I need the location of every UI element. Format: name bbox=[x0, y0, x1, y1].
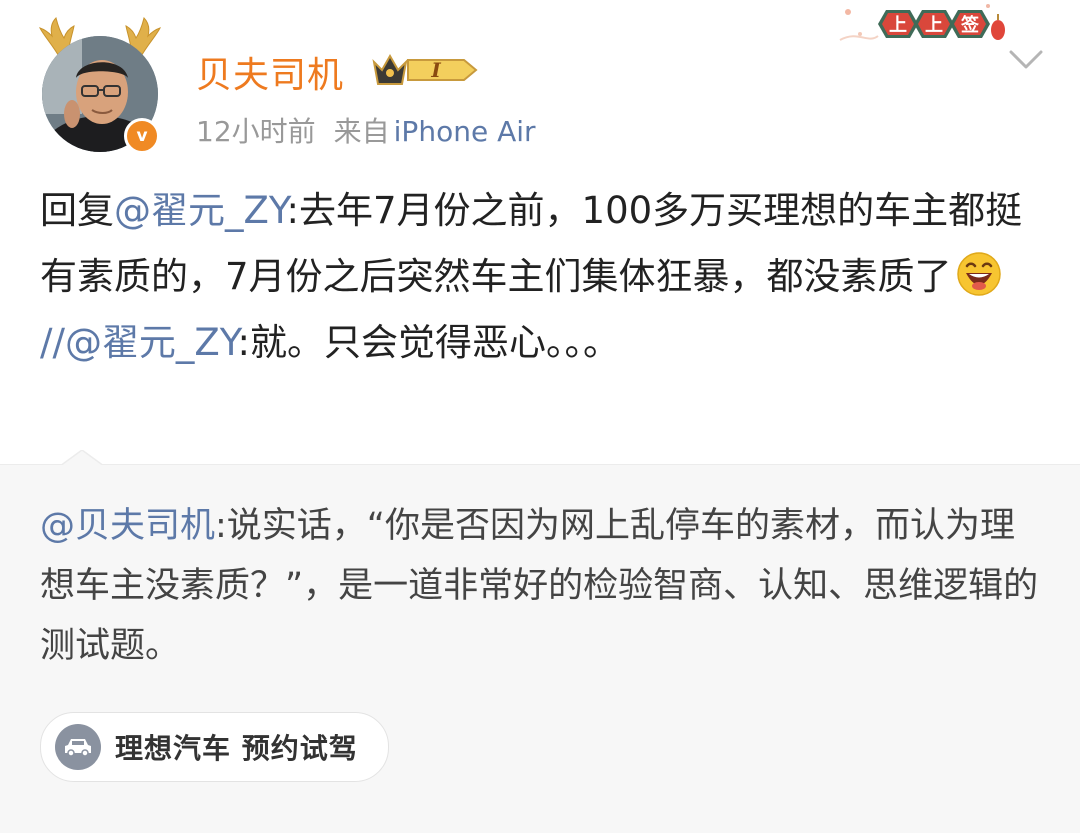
laugh-emoji-icon bbox=[956, 252, 1001, 296]
vip-level-badge-icon[interactable]: I bbox=[370, 50, 480, 90]
source-prefix: 来自 bbox=[333, 115, 390, 148]
car-icon bbox=[55, 724, 101, 770]
post-text-part2: :就。只会觉得恶心。。。 bbox=[237, 321, 620, 364]
test-drive-label: 理想汽车 预约试驾 bbox=[115, 732, 358, 765]
mention-link-2[interactable]: @翟元_ZY bbox=[65, 321, 238, 364]
chevron-down-icon[interactable] bbox=[1008, 48, 1044, 72]
post-header: v 贝夫司机 I 12小时前 来自 iPhone Air 上 上 签 bbox=[0, 0, 1080, 170]
source-device[interactable]: iPhone Air bbox=[394, 115, 536, 148]
verified-badge-icon: v bbox=[124, 118, 160, 154]
vip-level-text: I bbox=[430, 58, 441, 82]
festive-char-3: 签 bbox=[960, 14, 980, 35]
quote-pointer bbox=[60, 450, 104, 468]
post-meta: 12小时前 来自 iPhone Air bbox=[196, 110, 536, 150]
post-time: 12小时前 bbox=[196, 115, 316, 148]
quoted-post-text: @贝夫司机:说实话，“你是否因为网上乱停车的素材，而认为理想车主没素质？”，是一… bbox=[40, 496, 1040, 676]
avatar[interactable]: v bbox=[38, 14, 162, 156]
post-body: 回复@翟元_ZY:去年7月份之前，100多万买理想的车主都挺有素质的，7月份之后… bbox=[40, 178, 1040, 376]
quoted-author-mention[interactable]: @贝夫司机 bbox=[40, 506, 215, 546]
test-drive-tag[interactable]: 理想汽车 预约试驾 bbox=[40, 712, 389, 782]
mention-link[interactable]: @翟元_ZY bbox=[114, 189, 287, 232]
repost-separator: // bbox=[40, 321, 65, 364]
festive-char-1: 上 bbox=[889, 15, 907, 35]
festive-badge-icon[interactable]: 上 上 签 bbox=[838, 0, 1008, 48]
festive-char-2: 上 bbox=[925, 15, 943, 35]
reply-prefix: 回复 bbox=[40, 189, 114, 232]
author-name[interactable]: 贝夫司机 bbox=[196, 46, 344, 98]
